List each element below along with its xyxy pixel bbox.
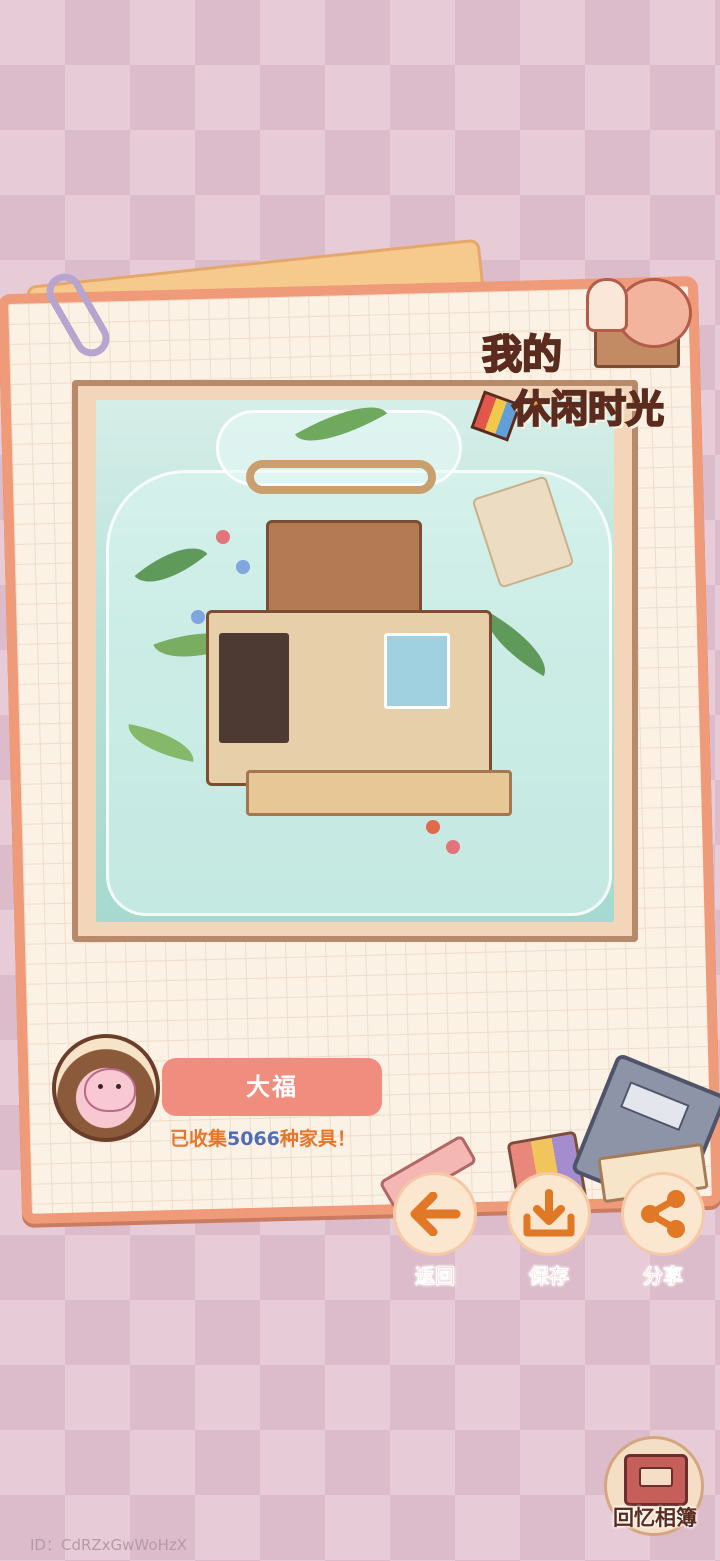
back-button-circle[interactable] [393,1172,477,1256]
album-book-icon [624,1454,688,1506]
share-button-circle[interactable] [621,1172,705,1256]
arrow-left-icon [410,1192,461,1236]
album-label: 回忆相簿 [613,1506,697,1530]
title-line2: 休闲时光 [511,386,665,432]
snail-icon [586,278,628,332]
jar-rope [246,460,436,494]
building-body [206,610,492,786]
collection-count: 5066 [227,1128,280,1150]
title-line1: 我的 [481,331,563,379]
flower [236,560,250,574]
player-id: ID：CdRZxGwWoHzX [30,1536,187,1554]
save-button-circle[interactable] [507,1172,591,1256]
player-name: 大福 [162,1058,382,1116]
collection-suffix: 种家具！ [279,1128,356,1150]
room-snapshot-frame [72,380,638,942]
wardrobe [219,633,289,743]
notebook-label [619,1081,690,1132]
flower [446,840,460,854]
axolotl-face-icon [84,1068,136,1112]
back-label: 返回 [415,1264,456,1289]
memory-album-button[interactable]: 回忆相簿 [600,1436,710,1536]
title-logo: 我的 休闲时光 [470,268,706,448]
share-label: 分享 [643,1264,684,1289]
wooden-deck [246,770,512,816]
back-button[interactable]: 返回 [390,1172,480,1288]
collection-summary: 已收集5066种家具！ [170,1124,356,1151]
flower [191,610,205,624]
share-icon [641,1190,685,1238]
collection-prefix: 已收集 [170,1128,228,1150]
eye-icon [98,1084,103,1089]
flower [426,820,440,834]
share-button[interactable]: 分享 [618,1172,708,1288]
room-snapshot [96,400,614,922]
save-label: 保存 [529,1264,570,1289]
eye-icon [116,1084,121,1089]
flower [216,530,230,544]
window [384,633,450,709]
avatar [52,1034,160,1142]
download-icon [523,1189,575,1237]
save-button[interactable]: 保存 [504,1172,594,1288]
